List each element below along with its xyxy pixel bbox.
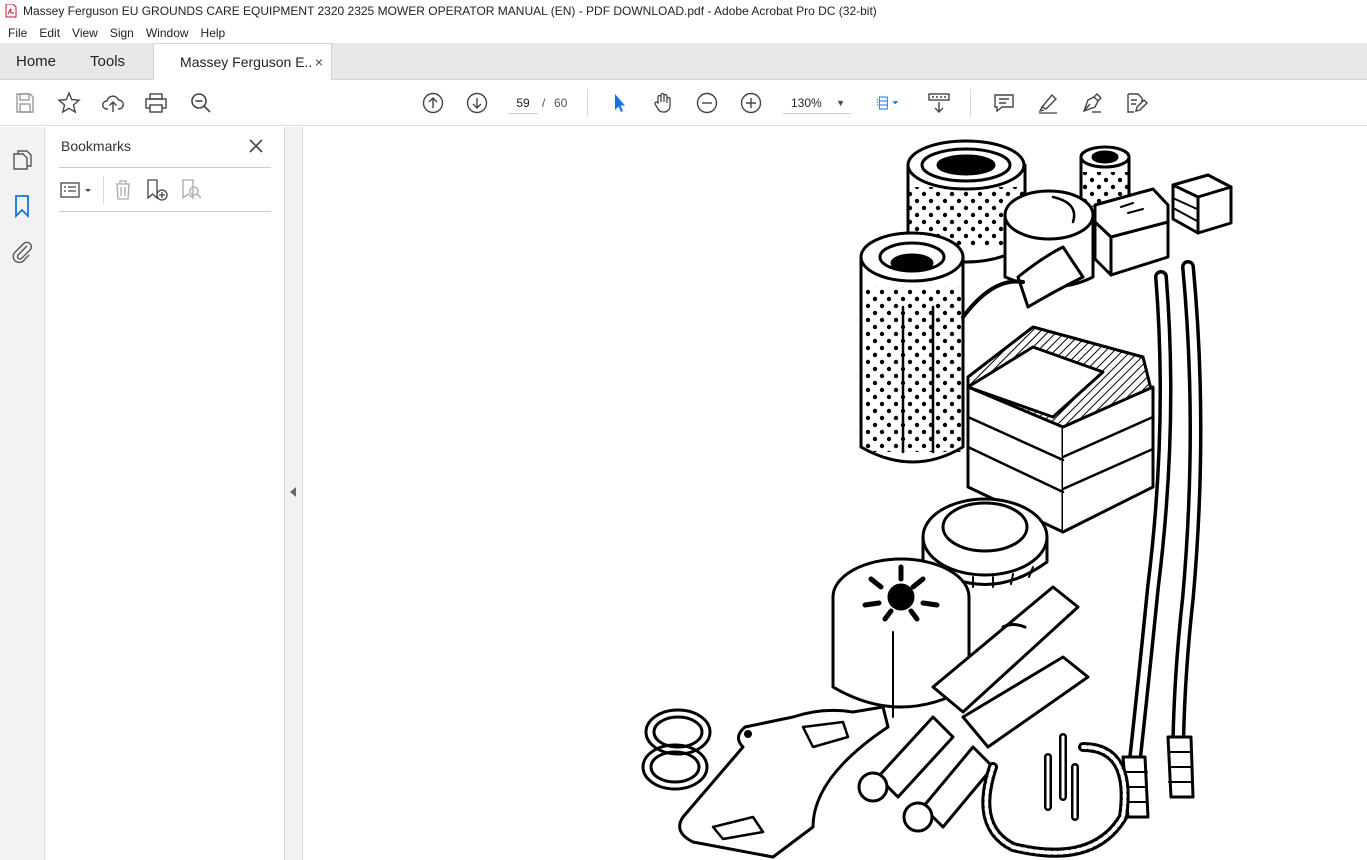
page-fit-icon[interactable] <box>870 91 906 115</box>
panel-divider <box>59 167 271 168</box>
tab-document[interactable]: Massey Ferguson E... × <box>153 43 333 80</box>
bookmarks-title: Bookmarks <box>61 138 132 154</box>
zoom-level-select[interactable]: 130% ▼ <box>783 92 851 114</box>
comment-icon[interactable] <box>992 91 1016 115</box>
menu-view[interactable]: View <box>66 26 104 40</box>
collapse-arrow-icon[interactable] <box>290 487 296 497</box>
attachments-paperclip-icon[interactable] <box>10 239 34 263</box>
panel-divider <box>103 176 104 204</box>
acrobat-app-icon <box>5 4 17 18</box>
zoom-out-icon[interactable] <box>695 91 719 115</box>
print-icon[interactable] <box>144 91 168 115</box>
tab-home[interactable]: Home <box>0 43 74 79</box>
page-thumbnails-icon[interactable] <box>10 148 34 172</box>
zoom-in-icon[interactable] <box>739 91 763 115</box>
zoom-search-icon[interactable] <box>189 91 213 115</box>
navigation-rail <box>0 127 45 860</box>
bookmark-options-icon[interactable] <box>59 178 95 202</box>
next-page-icon[interactable] <box>465 91 489 115</box>
new-bookmark-icon[interactable] <box>145 178 169 202</box>
upload-cloud-icon[interactable] <box>101 91 125 115</box>
menu-edit[interactable]: Edit <box>33 26 66 40</box>
delete-bookmark-icon[interactable] <box>111 178 135 202</box>
menu-sign[interactable]: Sign <box>104 26 140 40</box>
menu-bar: File Edit View Sign Window Help <box>0 22 1367 43</box>
page-number-input[interactable]: 59 <box>508 92 538 114</box>
bookmarks-panel-icon[interactable] <box>10 194 34 218</box>
chevron-down-icon: ▼ <box>836 98 845 108</box>
previous-page-icon[interactable] <box>421 91 445 115</box>
menu-help[interactable]: Help <box>195 26 232 40</box>
scroll-mode-icon[interactable] <box>927 91 951 115</box>
parts-illustration <box>641 139 1233 859</box>
close-tab-icon[interactable]: × <box>315 54 323 70</box>
close-icon[interactable] <box>247 137 265 155</box>
bookmark-star-icon[interactable] <box>57 91 81 115</box>
panel-divider <box>59 211 271 212</box>
window-title: Massey Ferguson EU GROUNDS CARE EQUIPMEN… <box>23 4 877 18</box>
save-icon[interactable] <box>13 91 37 115</box>
tab-tools[interactable]: Tools <box>74 43 141 79</box>
panel-collapse-strip[interactable] <box>285 127 303 860</box>
zoom-level-value: 130% <box>791 96 822 110</box>
select-pointer-icon[interactable] <box>607 91 631 115</box>
document-view[interactable] <box>303 127 1367 860</box>
bookmark-search-icon[interactable] <box>180 178 204 202</box>
toolbar-divider <box>587 89 588 117</box>
document-tab-label: Massey Ferguson E... <box>180 54 311 70</box>
menu-file[interactable]: File <box>0 26 33 40</box>
edit-document-icon[interactable] <box>1124 91 1148 115</box>
toolbar: 59 / 60 130% ▼ <box>0 80 1367 126</box>
sign-pen-icon[interactable] <box>1080 91 1104 115</box>
toolbar-divider <box>970 89 971 117</box>
page-total: 60 <box>554 96 568 110</box>
title-bar: Massey Ferguson EU GROUNDS CARE EQUIPMEN… <box>0 0 1367 22</box>
tab-bar: Home Tools Massey Ferguson E... × <box>0 43 1367 80</box>
page-separator: / <box>542 96 546 110</box>
bookmarks-panel: Bookmarks <box>45 127 285 860</box>
menu-window[interactable]: Window <box>140 26 195 40</box>
highlight-pen-icon[interactable] <box>1036 91 1060 115</box>
hand-tool-icon[interactable] <box>651 91 675 115</box>
